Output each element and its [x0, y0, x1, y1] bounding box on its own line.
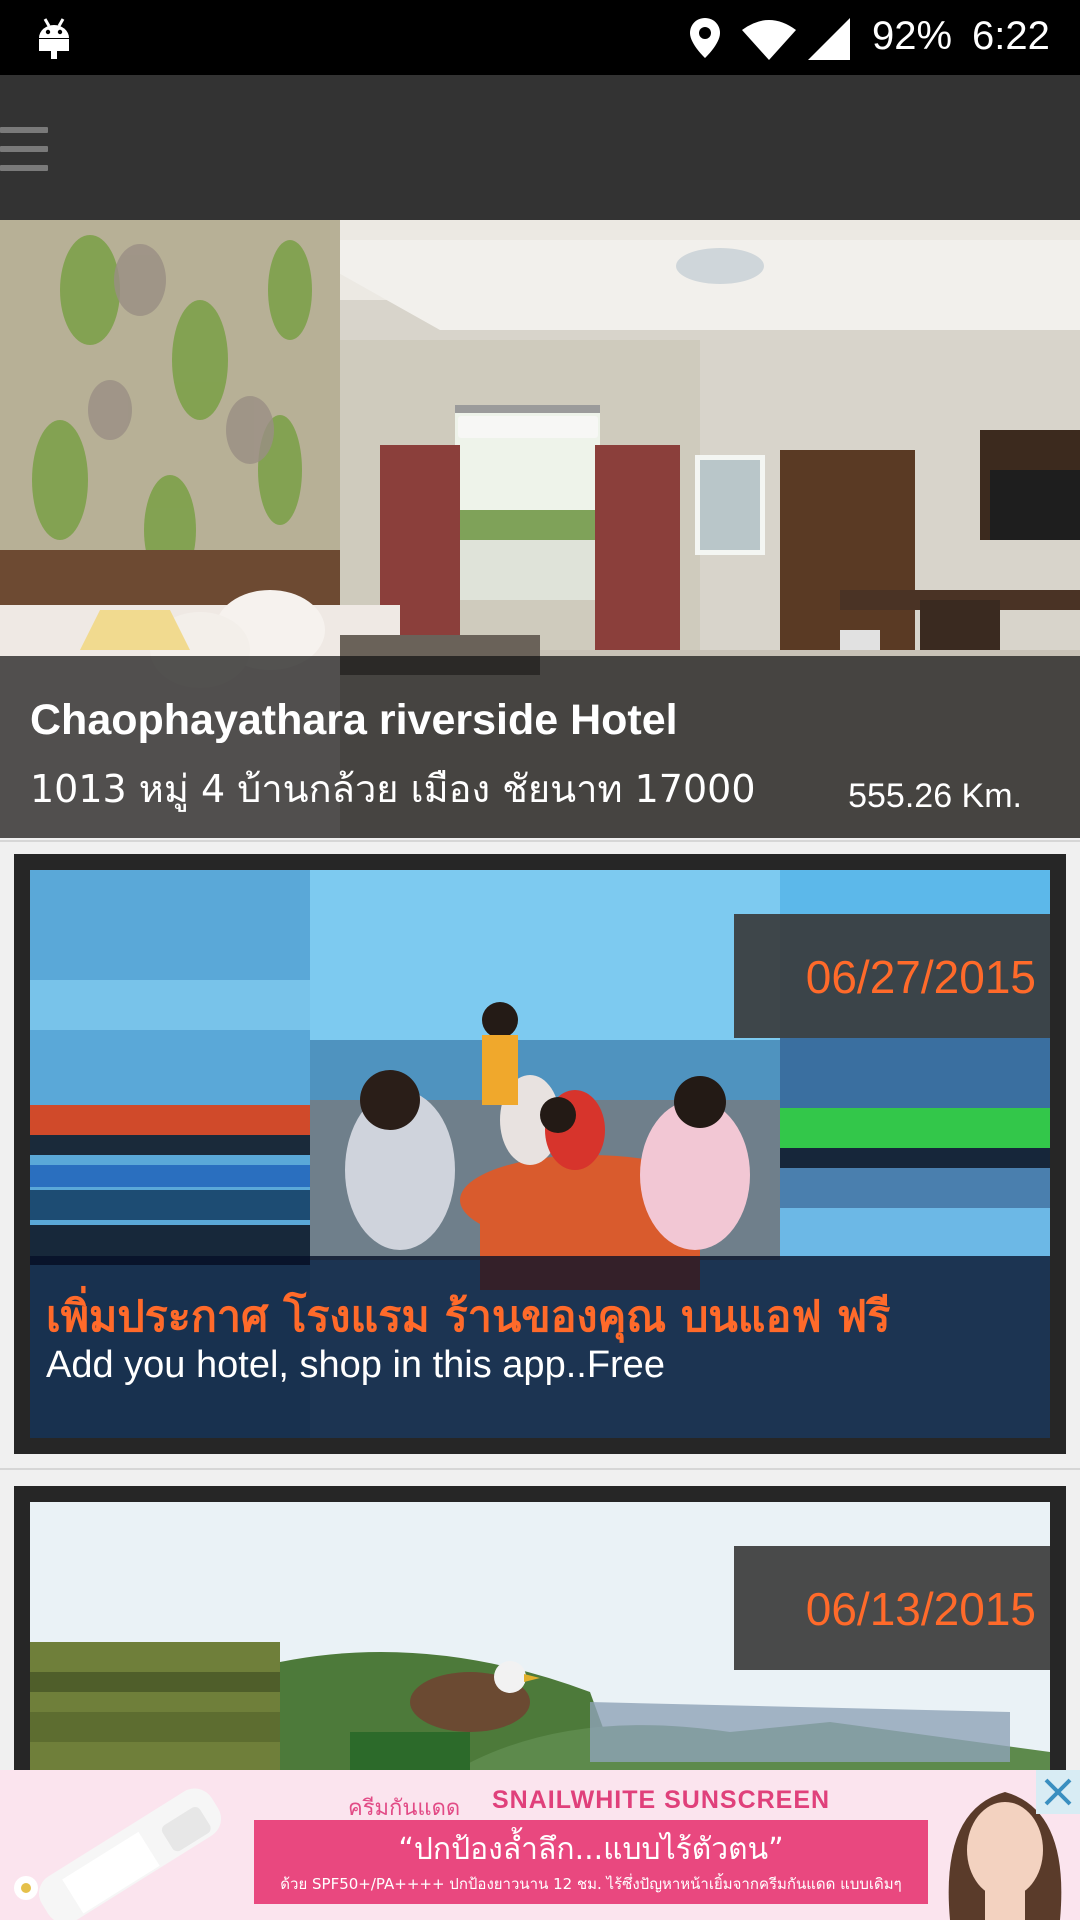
hotel-distance: 555.26 Km.: [848, 777, 1022, 815]
card-subtitle: Add you hotel, shop in this app..Free: [46, 1344, 665, 1386]
ad-brand: SNAILWHITE SUNSCREEN: [492, 1786, 831, 1814]
card-caption: เพิ่มประกาศ โรงแรม ร้านของคุณ บนแอฟ ฟรี …: [30, 1256, 1050, 1438]
clock: 6:22: [972, 14, 1050, 58]
battery-percentage: 92%: [872, 14, 953, 58]
ad-fine-print: ด้วย SPF50+/PA++++ ปกป้องยาวนาน 12 ชม. ไ…: [280, 1875, 902, 1893]
cell-signal-icon: [808, 18, 850, 60]
divider: [0, 840, 1080, 842]
ad-headline: “ปกป้องล้ำลึก...แบบไร้ตัวตน”: [398, 1832, 784, 1867]
featured-hotel-card[interactable]: Chaophayathara riverside Hotel 1013 หมู่…: [0, 220, 1080, 838]
location-icon: [690, 18, 720, 58]
news-card[interactable]: 06/13/2015: [14, 1486, 1066, 1802]
ad-banner[interactable]: ครีมกันแดด SNAILWHITE SUNSCREEN “ปกป้องล…: [0, 1770, 1080, 1920]
android-debug-icon: [39, 18, 69, 59]
close-icon[interactable]: [1036, 1770, 1080, 1814]
news-card[interactable]: 06/27/2015 เพิ่มประกาศ โรงแรม ร้านของคุณ…: [14, 854, 1066, 1454]
ad-message-box: “ปกป้องล้ำลึก...แบบไร้ตัวตน” ด้วย SPF50+…: [254, 1820, 928, 1904]
post-date: 06/13/2015: [805, 1583, 1036, 1635]
app-bar: [0, 75, 1080, 220]
card-title: เพิ่มประกาศ โรงแรม ร้านของคุณ บนแอฟ ฟรี: [46, 1292, 891, 1342]
date-badge: 06/27/2015: [734, 914, 1050, 1038]
hotel-address: 1013 หมู่ 4 บ้านกล้วย เมือง ชัยนาท 17000: [30, 767, 756, 811]
status-bar: 92% 6:22: [0, 0, 1080, 75]
date-badge: 06/13/2015: [734, 1546, 1050, 1670]
divider: [0, 1468, 1080, 1470]
wifi-icon: [742, 20, 796, 60]
hotel-name: Chaophayathara riverside Hotel: [30, 696, 678, 744]
hamburger-menu-icon[interactable]: [0, 127, 48, 171]
sunscreen-bottle-image: [14, 1788, 222, 1920]
post-date: 06/27/2015: [805, 951, 1036, 1003]
